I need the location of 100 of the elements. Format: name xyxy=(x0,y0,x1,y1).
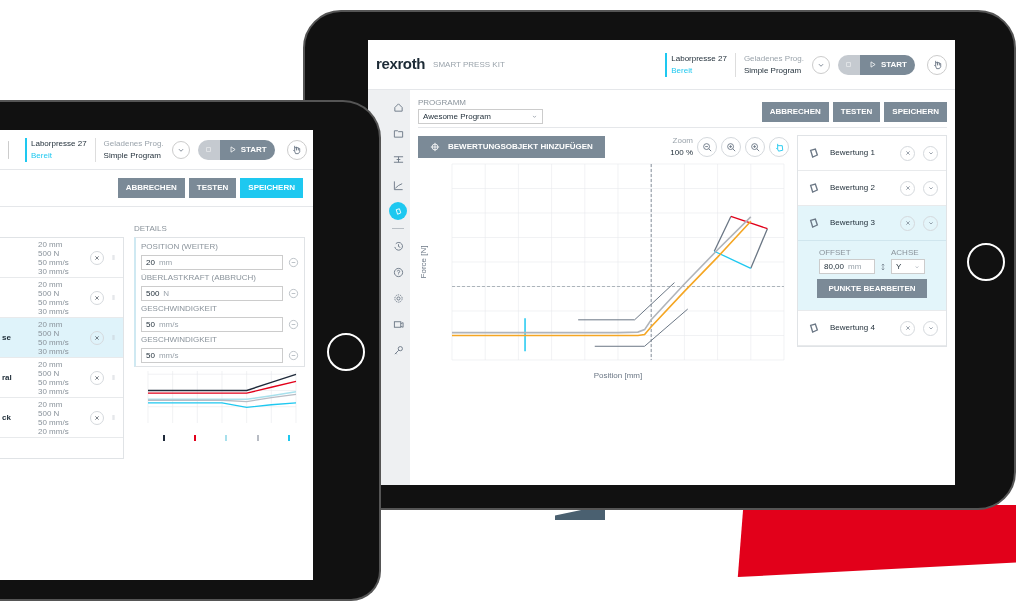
offset-field[interactable]: 80,00 mm xyxy=(819,259,875,274)
parameter-text: 50 mm/s xyxy=(38,377,70,387)
field-label: POSITION (WEITER) xyxy=(141,241,219,253)
section-title: DETAILS xyxy=(134,223,168,235)
drag-handle-icon[interactable] xyxy=(110,253,117,262)
minus-icon[interactable] xyxy=(288,350,299,361)
evaluation-item[interactable]: Bewertung 3 xyxy=(798,206,946,240)
hand-icon[interactable] xyxy=(291,144,303,155)
chevron-icon[interactable] xyxy=(914,263,920,270)
play-icon[interactable] xyxy=(867,60,877,69)
select-value: Y xyxy=(896,260,902,273)
marker-line xyxy=(524,317,526,352)
chevron-icon[interactable] xyxy=(926,184,935,192)
field-label: PROGRAMM xyxy=(418,97,467,109)
close-icon[interactable] xyxy=(903,149,912,157)
minus-icon[interactable] xyxy=(288,257,299,268)
parameter-text: 50 mm/s xyxy=(38,257,70,267)
parameter-text: 20 mm/s xyxy=(38,426,70,436)
add-evaluation-button[interactable]: BEWERTUNGSOBJEKT HINZUFÜGEN xyxy=(418,136,605,158)
chevron-icon[interactable] xyxy=(926,324,935,332)
zoom-label: Zoom xyxy=(672,135,693,147)
action-button[interactable]: ABBRECHEN xyxy=(117,178,185,198)
minus-icon[interactable] xyxy=(288,288,299,299)
stop-icon[interactable] xyxy=(844,60,854,69)
parameter-text: 500 N xyxy=(38,408,61,418)
drag-handle-icon[interactable] xyxy=(110,413,117,422)
action-button[interactable]: ABBRECHEN xyxy=(761,102,829,122)
stop-icon[interactable] xyxy=(204,145,214,154)
parameter-text: 20 mm xyxy=(38,239,64,249)
program-name: Simple Program xyxy=(743,64,803,77)
field-value: 500 xyxy=(146,287,160,300)
close-icon[interactable] xyxy=(903,219,912,227)
program-label: Geladenes Prog. xyxy=(103,137,164,150)
field-label: ACHSE xyxy=(891,247,920,259)
home-button[interactable] xyxy=(967,243,1005,281)
product-name: SMART PRESS KIT xyxy=(433,58,505,71)
unit-label: mm xyxy=(158,256,173,269)
close-icon[interactable] xyxy=(903,324,912,332)
parameter-text: 50 mm/s xyxy=(38,337,70,347)
action-button[interactable]: SPEICHERN xyxy=(884,102,947,122)
chevron-icon[interactable] xyxy=(926,149,935,157)
chevron-icon[interactable] xyxy=(926,219,935,227)
input-field[interactable]: 20 mm xyxy=(141,255,283,270)
parameter-text: 20 mm xyxy=(38,359,64,369)
home-button[interactable] xyxy=(327,333,365,371)
parameter-text: 20 mm xyxy=(38,399,64,409)
input-field[interactable]: 50 mm/s xyxy=(141,348,283,363)
hand-icon[interactable] xyxy=(931,59,943,70)
field-label: GESCHWINDIGKEIT xyxy=(141,303,218,315)
start-button[interactable]: START xyxy=(859,54,915,75)
machine-status: Bereit xyxy=(31,149,53,162)
start-button[interactable]: START xyxy=(219,139,275,160)
axis-title: Position [mm] xyxy=(593,370,643,382)
evaluation-item[interactable]: Bewertung 4 xyxy=(798,311,946,345)
input-field[interactable]: 500 N xyxy=(141,286,283,301)
step-row[interactable]: se 20 mm 500 N 50 mm/s 30 mm/s xyxy=(0,318,123,358)
parameter-text: 500 N xyxy=(38,368,61,378)
program-label: Geladenes Prog. xyxy=(743,52,804,65)
unit-label: N xyxy=(163,287,170,300)
stop-button[interactable] xyxy=(837,54,860,75)
field-label: GESCHWINDIGKEIT xyxy=(141,334,218,346)
evaluation-item[interactable]: Bewertung 1 xyxy=(798,136,946,170)
action-button[interactable]: TESTEN xyxy=(832,102,881,122)
evaluation-item[interactable]: Bewertung 2 xyxy=(798,171,946,205)
axis-title: Force [N] xyxy=(418,245,429,279)
step-name: ral xyxy=(2,371,13,384)
field-value: 50 xyxy=(146,349,155,362)
unit-label: mm xyxy=(848,260,862,273)
play-icon[interactable] xyxy=(227,145,237,154)
step-name: ck xyxy=(2,411,12,424)
brand-logo: rexroth xyxy=(376,54,426,75)
parameter-text: 50 mm/s xyxy=(38,297,70,307)
input-field[interactable]: 50 mm/s xyxy=(141,317,283,332)
parameter-text: 20 mm xyxy=(38,319,64,329)
program-select[interactable]: Awesome Program xyxy=(418,109,543,124)
parameter-text: 30 mm/s xyxy=(38,386,70,396)
field-label: OFFSET xyxy=(819,247,852,259)
edit-points-button[interactable]: PUNKTE BEARBEITEN xyxy=(817,279,927,298)
crosshair-icon[interactable] xyxy=(430,142,440,152)
height-icon[interactable] xyxy=(879,261,887,273)
drag-handle-icon[interactable] xyxy=(110,293,117,302)
parameter-text: 30 mm/s xyxy=(38,306,70,316)
field-value: 20 xyxy=(146,256,155,269)
drag-handle-icon[interactable] xyxy=(110,373,117,382)
minus-icon[interactable] xyxy=(288,319,299,330)
machine-name: Laborpresse 27 xyxy=(671,52,727,65)
evaluation-window-drawing xyxy=(713,215,769,269)
parameter-text: 30 mm/s xyxy=(38,266,70,276)
unit-label: mm/s xyxy=(158,349,179,362)
action-button[interactable]: TESTEN xyxy=(188,178,237,198)
zoom-value: 100 % xyxy=(670,147,693,159)
select-value: Awesome Program xyxy=(423,110,491,123)
chevron-icon[interactable] xyxy=(531,113,538,120)
program-name: Simple Program xyxy=(103,149,162,162)
stop-button[interactable] xyxy=(197,139,220,160)
parameter-text: 20 mm xyxy=(38,279,64,289)
parameter-text: 500 N xyxy=(38,248,61,258)
field-value: 50 xyxy=(146,318,155,331)
close-icon[interactable] xyxy=(903,184,912,192)
axis-select[interactable]: Y xyxy=(891,259,925,274)
